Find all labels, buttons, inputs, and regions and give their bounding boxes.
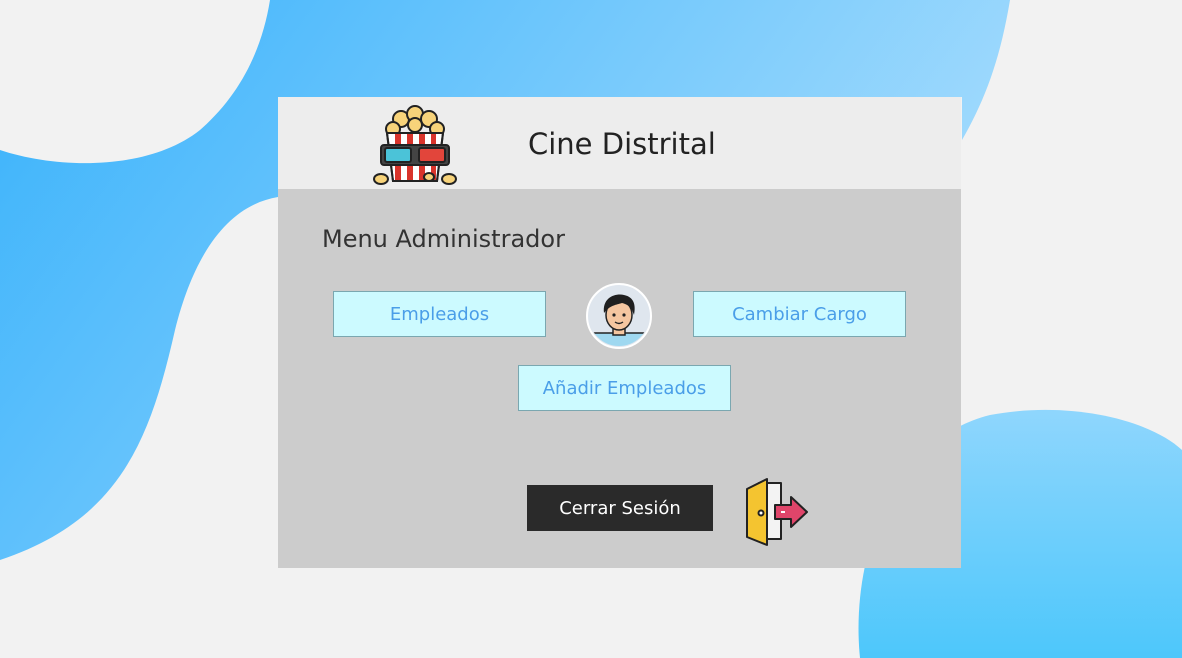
anadir-empleados-button[interactable]: Añadir Empleados (518, 365, 731, 411)
admin-panel: Cine Distrital Menu Administrador Emplea… (278, 97, 961, 568)
popcorn-3d-glasses-icon (373, 105, 457, 185)
app-title: Cine Distrital (528, 127, 716, 161)
empleados-button[interactable]: Empleados (333, 291, 546, 337)
cerrar-sesion-button[interactable]: Cerrar Sesión (527, 485, 713, 531)
exit-door-icon[interactable] (741, 475, 809, 547)
cambiar-cargo-button[interactable]: Cambiar Cargo (693, 291, 906, 337)
menu-title: Menu Administrador (322, 225, 565, 253)
panel-header: Cine Distrital (278, 97, 961, 189)
user-avatar-icon (586, 283, 652, 349)
